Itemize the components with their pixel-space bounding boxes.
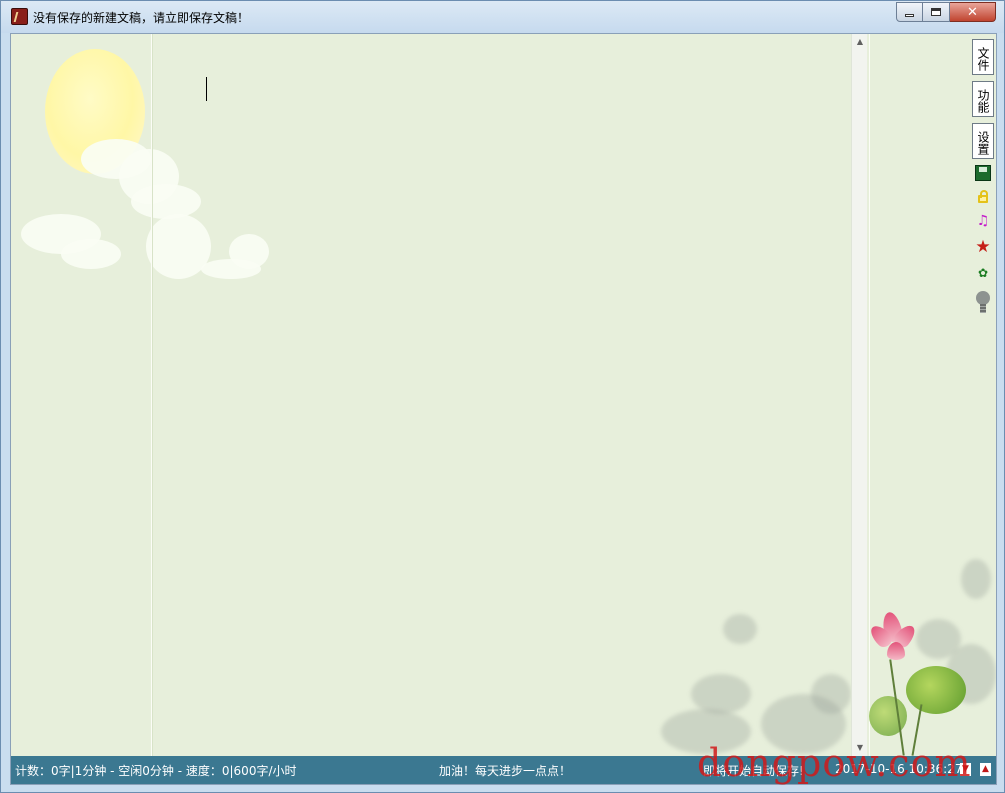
ink-leaf-decoration: [723, 614, 757, 644]
music-icon[interactable]: ♫: [975, 213, 991, 229]
ink-leaf-decoration: [691, 674, 751, 714]
lotus-leaf-decoration: [906, 666, 966, 714]
caption-buttons: ✕: [896, 2, 996, 22]
lock-icon[interactable]: [978, 190, 988, 203]
minimize-button[interactable]: [896, 2, 923, 22]
app-window: 没有保存的新建文稿，请立即保存文稿！ ✕ ▲ ▼ 文件 功能 设置 ♫ ★ ✿ …: [0, 0, 1005, 793]
ink-leaf-decoration: [811, 674, 851, 714]
function-menu-button[interactable]: 功能: [972, 81, 994, 117]
motto-text: 加油！每天进步一点点！: [439, 764, 572, 778]
close-icon: ✕: [967, 4, 978, 20]
ink-leaf-decoration: [961, 559, 991, 599]
app-pen-icon[interactable]: [11, 8, 28, 25]
save-icon[interactable]: [975, 165, 991, 181]
cloud-decoration: [229, 234, 269, 269]
editor-area[interactable]: [11, 34, 851, 756]
margin-line: [151, 34, 152, 756]
title-bar[interactable]: 没有保存的新建文稿，请立即保存文稿！ ✕: [1, 1, 1004, 33]
lotus-flower-decoration: [887, 642, 905, 660]
vertical-scrollbar[interactable]: ▲ ▼: [851, 34, 867, 756]
text-caret: [206, 77, 207, 101]
arrow-up-icon[interactable]: ▲: [980, 763, 991, 776]
minimize-icon: [905, 13, 914, 17]
lightbulb-icon[interactable]: [975, 291, 991, 315]
window-title: 没有保存的新建文稿，请立即保存文稿！: [33, 11, 250, 25]
leaf-icon[interactable]: ✿: [975, 265, 991, 281]
side-divider-line: [869, 34, 870, 756]
word-count-status: 计数：0字|1分钟 - 空闲0分钟 - 速度：0|600字/小时: [15, 764, 297, 778]
scroll-up-icon[interactable]: ▲: [852, 34, 868, 50]
close-button[interactable]: ✕: [950, 2, 996, 22]
cloud-decoration: [131, 184, 201, 219]
client-area: ▲ ▼ 文件 功能 设置 ♫ ★ ✿ 计数：0字|1分钟 - 空闲0分钟 - 速…: [10, 33, 997, 785]
star-icon[interactable]: ★: [975, 239, 991, 256]
cloud-decoration: [61, 239, 121, 269]
settings-menu-button[interactable]: 设置: [972, 123, 994, 159]
side-toolbar: 文件 功能 设置 ♫ ★ ✿: [972, 39, 994, 325]
maximize-icon: [931, 8, 941, 16]
maximize-button[interactable]: [923, 2, 950, 22]
watermark-text: dongpow.com: [697, 741, 972, 785]
file-menu-button[interactable]: 文件: [972, 39, 994, 75]
